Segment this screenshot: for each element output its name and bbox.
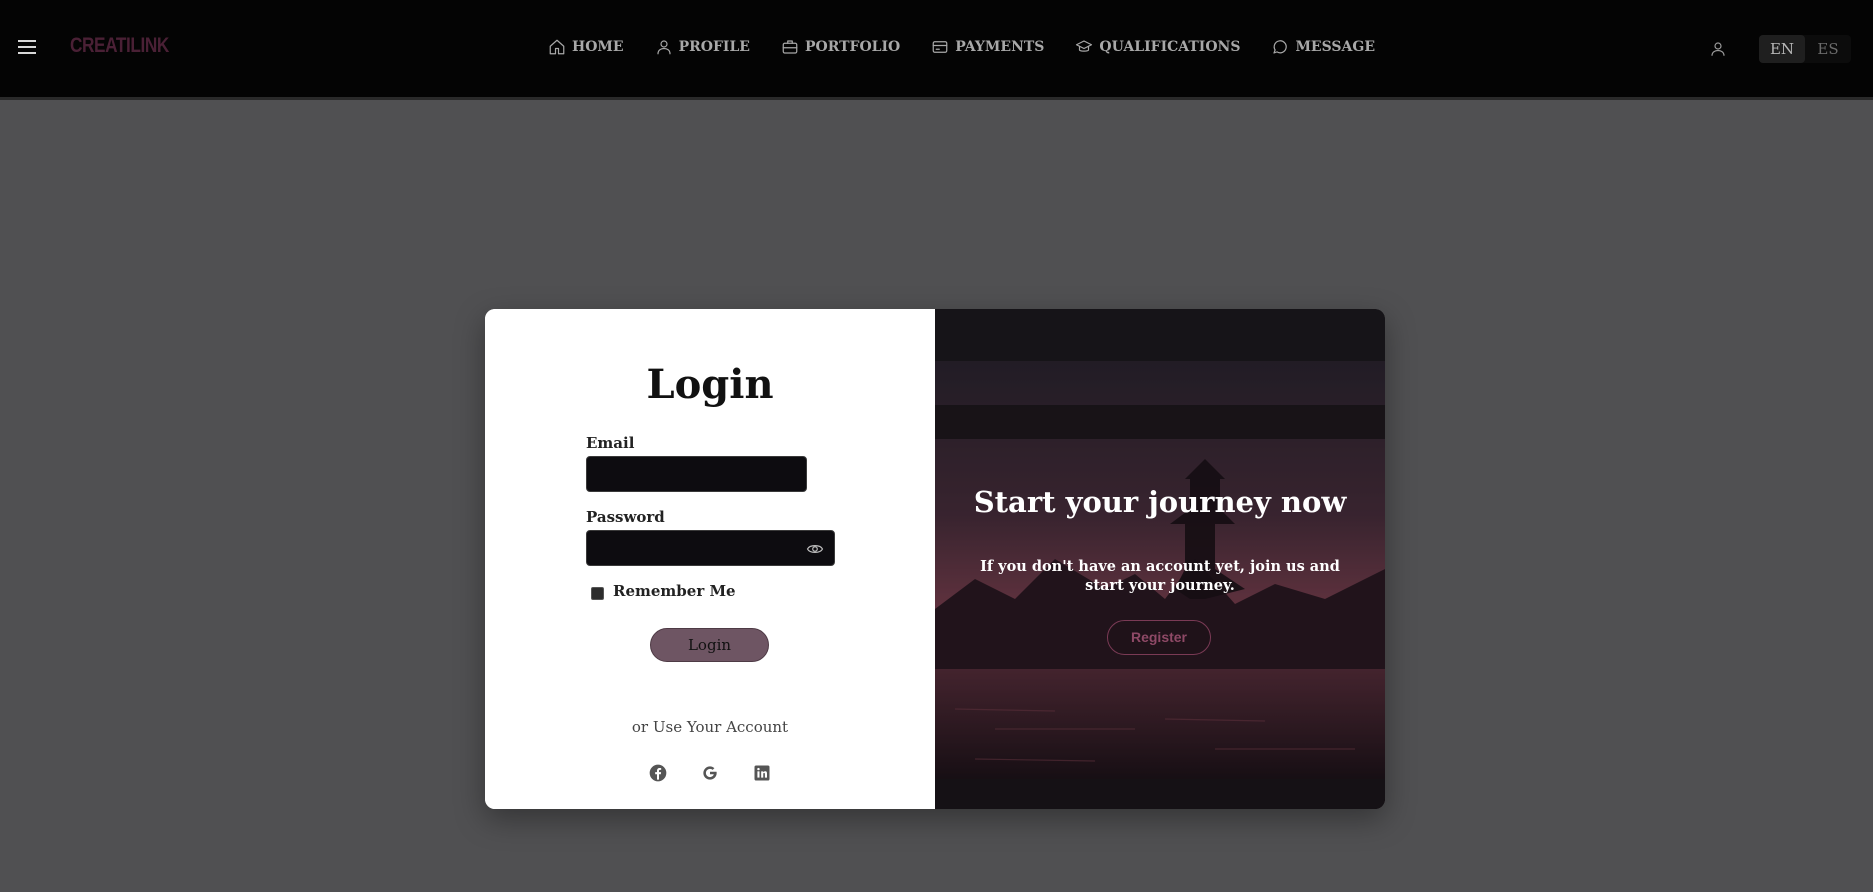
- nav-item-label: HOME: [572, 39, 624, 55]
- password-field[interactable]: [586, 530, 835, 566]
- login-button[interactable]: Login: [650, 628, 769, 662]
- linkedin-icon[interactable]: [752, 763, 772, 783]
- home-icon: [549, 39, 565, 55]
- login-panel: Login Email Password Remember Me Login o…: [485, 309, 935, 809]
- register-button[interactable]: Register: [1107, 620, 1211, 655]
- nav-item-profile[interactable]: PROFILE: [655, 38, 750, 56]
- email-label: Email: [586, 434, 635, 452]
- language-option-es[interactable]: ES: [1805, 35, 1851, 63]
- top-navbar: CREATILINK HOME PROFILE PORTFOLIO PAYMEN…: [0, 0, 1873, 100]
- google-icon[interactable]: [700, 763, 720, 783]
- language-switcher: EN ES: [1759, 35, 1851, 63]
- email-field[interactable]: [586, 456, 807, 492]
- register-subtitle: If you don't have an account yet, join u…: [980, 558, 1340, 594]
- nav-item-label: QUALIFICATIONS: [1099, 39, 1241, 55]
- hamburger-menu-icon[interactable]: [18, 40, 36, 54]
- nav-item-qualifications[interactable]: QUALIFICATIONS: [1075, 38, 1240, 56]
- language-option-en[interactable]: EN: [1759, 35, 1805, 63]
- account-icon[interactable]: [1709, 40, 1727, 58]
- nav-item-home[interactable]: HOME: [548, 38, 624, 56]
- alt-login-text: or Use Your Account: [631, 718, 789, 736]
- remember-me-checkbox[interactable]: [591, 587, 604, 600]
- nav-item-payments[interactable]: PAYMENTS: [931, 38, 1044, 56]
- eye-icon[interactable]: [806, 540, 824, 558]
- nav-item-label: MESSAGE: [1295, 39, 1376, 55]
- graduation-cap-icon: [1076, 40, 1093, 52]
- remember-me-label: Remember Me: [613, 582, 736, 600]
- facebook-icon[interactable]: [648, 763, 668, 783]
- briefcase-icon: [782, 40, 798, 54]
- nav-item-label: PAYMENTS: [955, 39, 1045, 55]
- password-label: Password: [586, 508, 665, 526]
- nav-item-portfolio[interactable]: PORTFOLIO: [781, 38, 900, 56]
- register-title: Start your journey now: [973, 485, 1347, 519]
- user-icon: [656, 40, 671, 55]
- main-nav: HOME PROFILE PORTFOLIO PAYMENTS QUALIFIC…: [548, 38, 1406, 56]
- nav-item-message[interactable]: MESSAGE: [1271, 38, 1375, 56]
- nav-item-label: PROFILE: [678, 39, 750, 55]
- auth-modal: Login Email Password Remember Me Login o…: [485, 309, 1385, 809]
- app-logo[interactable]: CREATILINK: [70, 34, 169, 58]
- nav-item-label: PORTFOLIO: [804, 39, 901, 55]
- chat-bubble-icon: [1273, 40, 1288, 54]
- register-panel: Start your journey now If you don't have…: [935, 309, 1385, 809]
- credit-card-icon: [932, 41, 948, 53]
- login-title: Login: [646, 361, 774, 408]
